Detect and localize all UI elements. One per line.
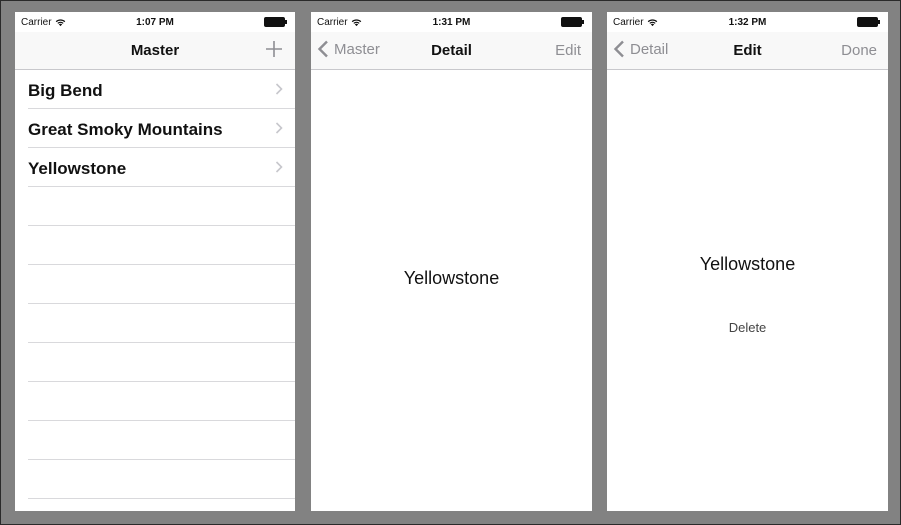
detail-screen: Carrier 1:31 PM Master Detail Edit Yello… <box>311 12 592 511</box>
empty-row <box>28 304 295 343</box>
status-time: 1:07 PM <box>136 17 174 28</box>
chevron-right-icon <box>275 83 283 95</box>
status-time: 1:31 PM <box>432 17 471 28</box>
row-label: Yellowstone <box>28 159 127 178</box>
status-bar: Carrier 1:07 PM <box>15 12 295 32</box>
navigation-bar: Detail Edit Done <box>607 32 888 70</box>
plus-icon[interactable] <box>265 40 283 58</box>
parks-table: Big Bend Great Smoky Mountains Yellowsto… <box>15 70 295 511</box>
done-button[interactable]: Done <box>841 42 877 59</box>
nav-title: Detail <box>431 42 472 59</box>
park-name-label: Yellowstone <box>699 254 796 274</box>
row-label: Great Smoky Mountains <box>28 120 223 139</box>
navigation-bar: Master <box>15 32 295 70</box>
empty-row <box>28 343 295 382</box>
battery-icon <box>857 17 880 27</box>
row-label: Big Bend <box>28 81 103 100</box>
empty-row <box>28 421 295 460</box>
navigation-bar: Master Detail Edit <box>311 32 592 70</box>
status-bar: Carrier 1:31 PM <box>311 12 592 32</box>
edit-screen: Carrier 1:32 PM Detail Edit Done Yellows… <box>607 12 888 511</box>
empty-row <box>28 382 295 421</box>
empty-row <box>28 460 295 499</box>
park-name-label: Yellowstone <box>403 268 500 288</box>
delete-button[interactable]: Delete <box>607 320 888 335</box>
table-row[interactable]: Yellowstone <box>28 148 295 187</box>
table-row[interactable]: Great Smoky Mountains <box>28 109 295 148</box>
battery-icon <box>561 17 584 27</box>
empty-row <box>28 499 295 511</box>
table-row[interactable]: Big Bend <box>28 70 295 109</box>
empty-row <box>28 187 295 226</box>
empty-row <box>28 265 295 304</box>
empty-row <box>28 226 295 265</box>
chevron-right-icon <box>275 122 283 134</box>
edit-button[interactable]: Edit <box>555 42 581 59</box>
status-time: 1:32 PM <box>728 17 767 28</box>
status-bar: Carrier 1:32 PM <box>607 12 888 32</box>
chevron-right-icon <box>275 161 283 173</box>
nav-title: Master <box>130 42 180 59</box>
master-screen: Carrier 1:07 PM Master Big Bend Great Sm… <box>15 12 295 511</box>
battery-icon <box>264 17 287 27</box>
